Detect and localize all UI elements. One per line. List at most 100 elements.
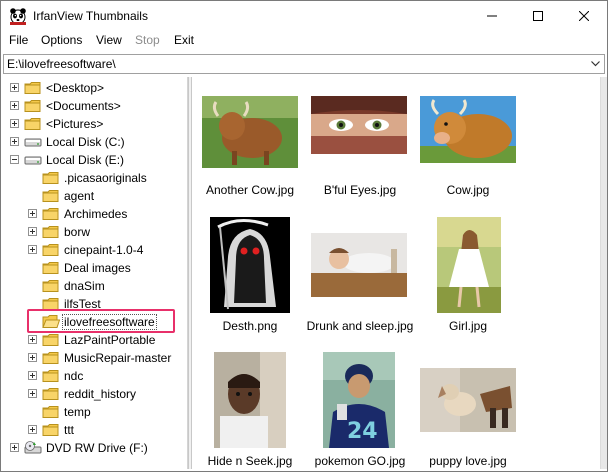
tree-node[interactable]: LazPaintPortable xyxy=(3,331,188,349)
vertical-scrollbar[interactable] xyxy=(600,77,607,469)
expand-icon[interactable] xyxy=(10,443,19,452)
tree-node[interactable]: Deal images xyxy=(3,259,188,277)
thumbnail-caption[interactable]: Desth.png xyxy=(192,319,308,333)
thumbnail-caption[interactable]: Another Cow.jpg xyxy=(192,183,308,197)
tree-node-label: agent xyxy=(64,189,95,203)
tree-node[interactable]: <Pictures> xyxy=(3,115,188,133)
menu-bar: File Options View Stop Exit xyxy=(1,31,607,51)
drive-icon xyxy=(24,153,42,167)
expand-icon[interactable] xyxy=(28,209,37,218)
tree-node-label: Deal images xyxy=(64,261,131,275)
tree-node-label: Local Disk (C:) xyxy=(46,135,125,149)
tree-node[interactable]: ndc xyxy=(3,367,188,385)
tree-node[interactable]: Local Disk (E:) xyxy=(3,151,188,169)
expand-icon[interactable] xyxy=(10,101,19,110)
folder-icon xyxy=(42,351,60,365)
thumbnail-image-cow[interactable] xyxy=(420,96,516,163)
drive-icon xyxy=(24,135,42,149)
tree-node[interactable]: <Desktop> xyxy=(3,79,188,97)
close-button[interactable] xyxy=(561,1,607,31)
dvd-drive-icon xyxy=(24,441,42,455)
tree-node-label: temp xyxy=(64,405,91,419)
expand-icon[interactable] xyxy=(28,227,37,236)
expand-icon[interactable] xyxy=(28,425,37,434)
folder-icon xyxy=(42,369,60,383)
chevron-down-icon[interactable] xyxy=(586,55,604,73)
folder-icon xyxy=(24,99,42,113)
tree-node[interactable]: agent xyxy=(3,187,188,205)
tree-node-label: LazPaintPortable xyxy=(64,333,156,347)
thumbnail-caption[interactable]: pokemon GO.jpg xyxy=(302,454,418,468)
thumbnail-caption[interactable]: B'ful Eyes.jpg xyxy=(302,183,418,197)
tree-node-label: ndc xyxy=(64,369,84,383)
expand-icon[interactable] xyxy=(28,335,37,344)
tree-node-label: dnaSim xyxy=(64,279,105,293)
tree-node-label: Local Disk (E:) xyxy=(46,153,125,167)
thumbnail-grid: Another Cow.jpg B'ful Eyes.jpg Cow.jpg D… xyxy=(192,77,600,469)
menu-options[interactable]: Options xyxy=(39,33,84,47)
menu-file[interactable]: File xyxy=(7,33,30,47)
svg-text:24: 24 xyxy=(347,419,378,444)
maximize-button[interactable] xyxy=(515,1,561,31)
thumbnail-image-drunk-and-sleep[interactable] xyxy=(311,233,407,297)
expand-icon[interactable] xyxy=(10,119,19,128)
collapse-icon[interactable] xyxy=(10,155,19,164)
folder-icon xyxy=(42,333,60,347)
minimize-button[interactable] xyxy=(469,1,515,31)
path-combobox[interactable]: E:\ilovefreesoftware\ xyxy=(3,54,605,74)
tree-node-label: reddit_history xyxy=(64,387,137,401)
menu-stop[interactable]: Stop xyxy=(133,33,162,47)
thumbnail-image-girl[interactable] xyxy=(437,217,501,313)
folder-icon xyxy=(24,117,42,131)
folder-icon xyxy=(42,279,60,293)
thumbnail-caption[interactable]: Girl.jpg xyxy=(410,319,526,333)
path-value: E:\ilovefreesoftware\ xyxy=(7,57,116,71)
tree-node[interactable]: ttt xyxy=(3,421,188,439)
tree-node[interactable]: cinepaint-1.0-4 xyxy=(3,241,188,259)
tree-node-label: .picasaoriginals xyxy=(64,171,147,185)
menu-exit[interactable]: Exit xyxy=(172,33,196,47)
expand-icon[interactable] xyxy=(28,353,37,362)
folder-icon xyxy=(42,207,60,221)
tree-node[interactable]: DVD RW Drive (F:) xyxy=(3,439,188,457)
tree-node[interactable]: Local Disk (C:) xyxy=(3,133,188,151)
tree-node[interactable]: Archimedes xyxy=(3,205,188,223)
tree-node[interactable]: <Documents> xyxy=(3,97,188,115)
tree-node[interactable]: reddit_history xyxy=(3,385,188,403)
expand-icon[interactable] xyxy=(28,389,37,398)
tree-node[interactable]: MusicRepair-master xyxy=(3,349,188,367)
expand-icon[interactable] xyxy=(28,245,37,254)
tree-node-label: borw xyxy=(64,225,91,239)
tree-node-label: <Pictures> xyxy=(46,117,104,131)
tree-node[interactable]: .picasaoriginals xyxy=(3,169,188,187)
tree-node-label: Archimedes xyxy=(64,207,128,221)
tree-node-label: DVD RW Drive (F:) xyxy=(46,441,148,455)
folder-icon xyxy=(42,189,60,203)
thumbnail-image-hide-n-seek[interactable] xyxy=(214,352,286,448)
thumbnail-caption[interactable]: puppy love.jpg xyxy=(410,454,526,468)
thumbnail-image-desth[interactable] xyxy=(210,217,290,313)
expand-icon[interactable] xyxy=(10,83,19,92)
tree-node[interactable]: temp xyxy=(3,403,188,421)
folder-icon xyxy=(42,261,60,275)
thumbnail-image-another-cow[interactable] xyxy=(202,96,298,168)
expand-icon[interactable] xyxy=(10,137,19,146)
folder-tree[interactable]: <Desktop> <Documents> <Pictures> Local Disk… xyxy=(3,77,188,469)
thumbnail-image-puppy-love[interactable] xyxy=(420,368,516,432)
thumbnail-caption[interactable]: Cow.jpg xyxy=(410,183,526,197)
thumbnail-image-pokemon-go[interactable]: 24 xyxy=(323,352,395,448)
tree-node-label: <Documents> xyxy=(46,99,121,113)
folder-icon xyxy=(24,81,42,95)
tree-node-label: cinepaint-1.0-4 xyxy=(64,243,144,257)
irfanview-app-icon[interactable] xyxy=(9,7,27,25)
folder-icon xyxy=(42,423,60,437)
tree-node[interactable]: dnaSim xyxy=(3,277,188,295)
folder-icon xyxy=(42,387,60,401)
selection-highlight-box xyxy=(27,309,175,333)
thumbnail-caption[interactable]: Drunk and sleep.jpg xyxy=(302,319,418,333)
thumbnail-image-bful-eyes[interactable] xyxy=(311,96,407,154)
expand-icon[interactable] xyxy=(28,371,37,380)
menu-view[interactable]: View xyxy=(94,33,124,47)
tree-node[interactable]: borw xyxy=(3,223,188,241)
thumbnail-caption[interactable]: Hide n Seek.jpg xyxy=(192,454,308,468)
